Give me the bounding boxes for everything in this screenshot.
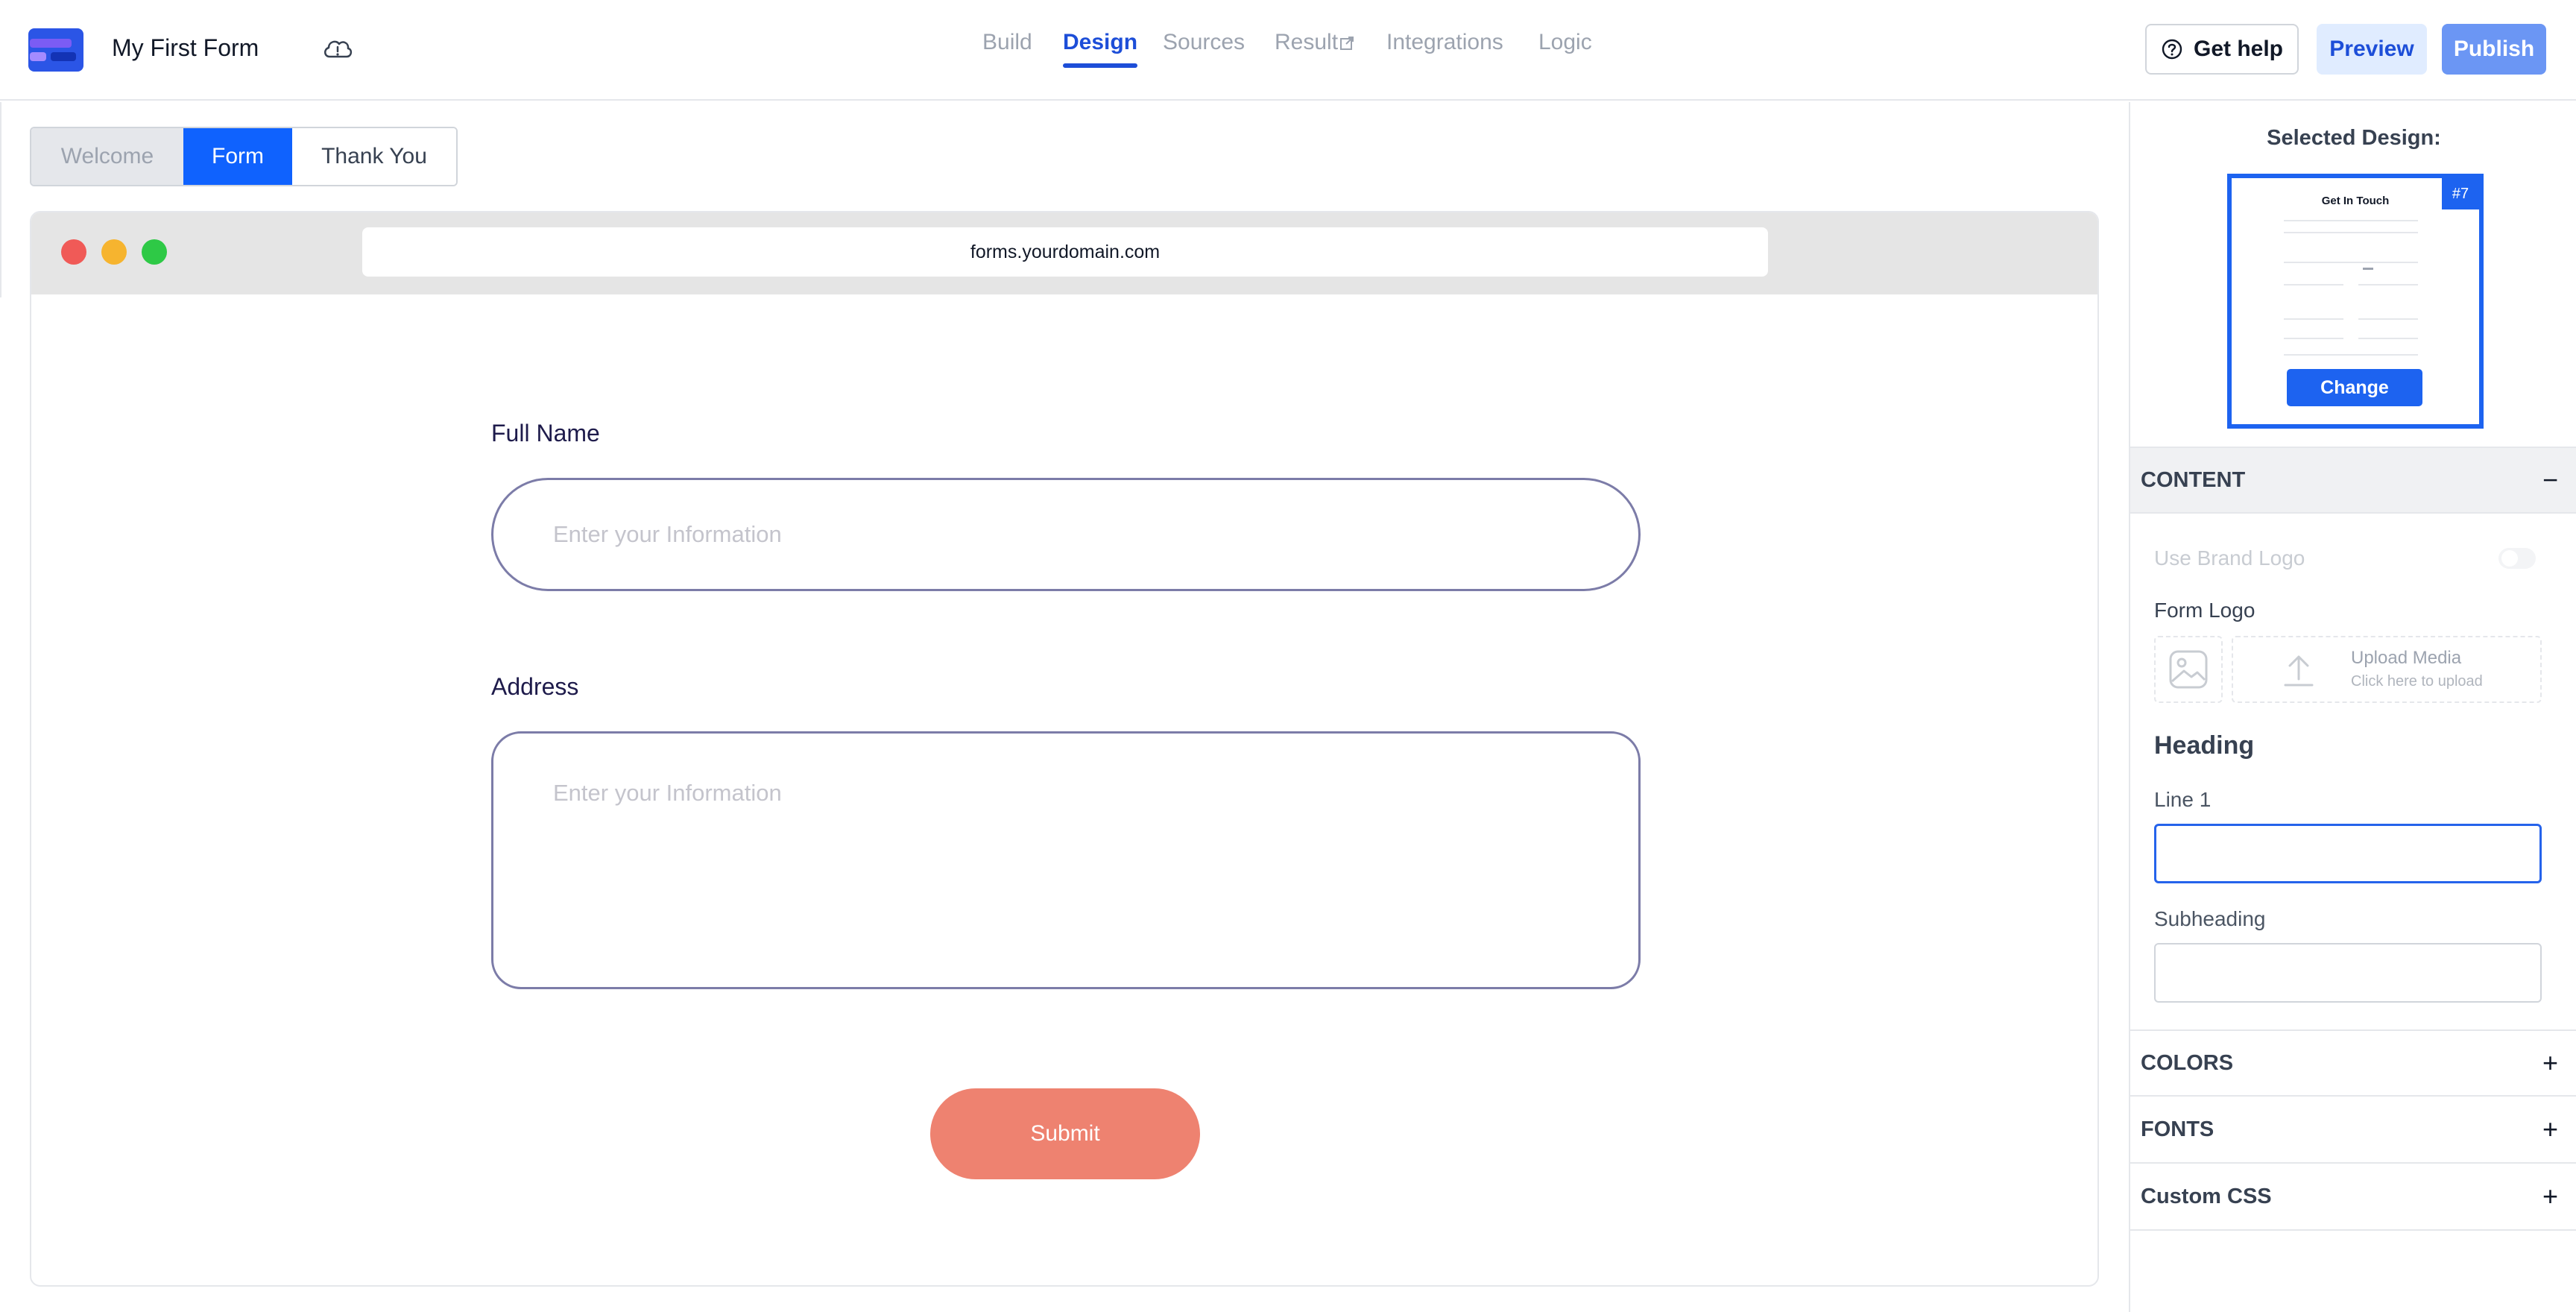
image-placeholder-icon <box>2169 650 2208 689</box>
tab-form[interactable]: Form <box>183 128 292 185</box>
logo-preview <box>2154 636 2223 703</box>
thumbnail-line <box>2284 318 2343 320</box>
address-label: Address <box>491 673 579 700</box>
maximize-window-dot <box>142 239 167 265</box>
thumbnail-line <box>2358 284 2418 286</box>
subheading-input[interactable] <box>2154 943 2542 1003</box>
upload-media-title: Upload Media <box>2351 648 2462 668</box>
content-section-title: CONTENT <box>2141 467 2246 492</box>
thumbnail-line <box>2284 338 2343 339</box>
address-textarea[interactable] <box>491 731 1641 989</box>
design-settings-panel: Selected Design: #7 Get In Touch Change … <box>2129 102 2576 1312</box>
design-thumbnail[interactable]: #7 Get In Touch Change <box>2227 174 2484 429</box>
thumbnail-line <box>2284 220 2418 221</box>
nav-sources-label: Sources <box>1163 30 1246 54</box>
form-logo-label: Form Logo <box>2154 599 2255 622</box>
thumbnail-line <box>2284 354 2418 356</box>
browser-preview: forms.yourdomain.com Full Name Address S… <box>30 211 2099 1287</box>
selected-design-title: Selected Design: <box>2267 126 2441 150</box>
publish-button[interactable]: Publish <box>2442 24 2546 75</box>
minimize-window-dot <box>101 239 127 265</box>
upload-icon <box>2284 655 2314 687</box>
browser-toolbar: forms.yourdomain.com <box>31 212 2097 294</box>
tab-thank-you[interactable]: Thank You <box>292 128 456 185</box>
form-title[interactable]: My First Form <box>112 34 259 62</box>
app-logo-icon[interactable] <box>28 28 83 72</box>
close-window-dot <box>61 239 86 265</box>
change-design-button[interactable]: Change <box>2287 369 2422 406</box>
use-brand-logo-label: Use Brand Logo <box>2154 546 2305 570</box>
full-name-input[interactable] <box>491 478 1641 591</box>
expand-icon[interactable]: + <box>2542 1047 2558 1079</box>
custom-css-section-header[interactable]: Custom CSS + <box>2130 1164 2576 1231</box>
fonts-section-title: FONTS <box>2141 1117 2214 1141</box>
nav-logic[interactable]: Logic <box>1538 30 1592 55</box>
cloud-save-icon[interactable] <box>322 36 353 63</box>
help-circle-icon <box>2162 39 2182 60</box>
collapse-icon[interactable]: − <box>2542 464 2558 496</box>
nav-build[interactable]: Build <box>982 30 1032 55</box>
line1-input[interactable] <box>2154 824 2542 883</box>
top-bar: My First Form Build Design Sources Resul… <box>0 0 2576 101</box>
subheading-label: Subheading <box>2154 907 2266 930</box>
custom-css-section-title: Custom CSS <box>2141 1184 2272 1208</box>
url-bar: forms.yourdomain.com <box>362 227 1768 277</box>
screen-tabs: Welcome Form Thank You <box>30 127 458 186</box>
external-link-icon <box>1340 37 1354 50</box>
thumbnail-heading: Get In Touch <box>2321 195 2390 207</box>
tab-welcome[interactable]: Welcome <box>31 128 183 185</box>
upload-media-subtitle: Click here to upload <box>2351 673 2483 690</box>
preview-button[interactable]: Preview <box>2317 24 2427 75</box>
expand-icon[interactable]: + <box>2542 1114 2558 1145</box>
nav-sources[interactable]: Sources <box>1163 30 1245 55</box>
content-section-header[interactable]: CONTENT − <box>2130 447 2576 514</box>
colors-section-title: COLORS <box>2141 1050 2234 1075</box>
get-help-label: Get help <box>2193 37 2283 61</box>
expand-icon[interactable]: + <box>2542 1181 2558 1212</box>
full-name-label: Full Name <box>491 420 600 447</box>
submit-button[interactable]: Submit <box>930 1088 1200 1179</box>
line1-label: Line 1 <box>2154 788 2212 811</box>
left-divider <box>0 102 1 297</box>
heading-section-label: Heading <box>2154 731 2255 760</box>
thumbnail-line <box>2358 318 2418 320</box>
get-help-button[interactable]: Get help <box>2145 24 2299 75</box>
thumbnail-line <box>2358 338 2418 339</box>
nav-integrations[interactable]: Integrations <box>1386 30 1503 55</box>
fonts-section-header[interactable]: FONTS + <box>2130 1097 2576 1164</box>
thumbnail-mark <box>2363 268 2373 270</box>
nav-design[interactable]: Design <box>1063 30 1138 68</box>
thumbnail-line <box>2284 284 2343 286</box>
colors-section-header[interactable]: COLORS + <box>2130 1029 2576 1097</box>
use-brand-logo-toggle[interactable] <box>2498 548 2536 569</box>
thumbnail-line <box>2284 262 2418 263</box>
thumbnail-line <box>2284 232 2418 233</box>
upload-media-button[interactable]: Upload Media Click here to upload <box>2232 636 2542 703</box>
nav-result[interactable]: Result <box>1275 30 1354 55</box>
nav-result-label: Result <box>1275 30 1339 54</box>
